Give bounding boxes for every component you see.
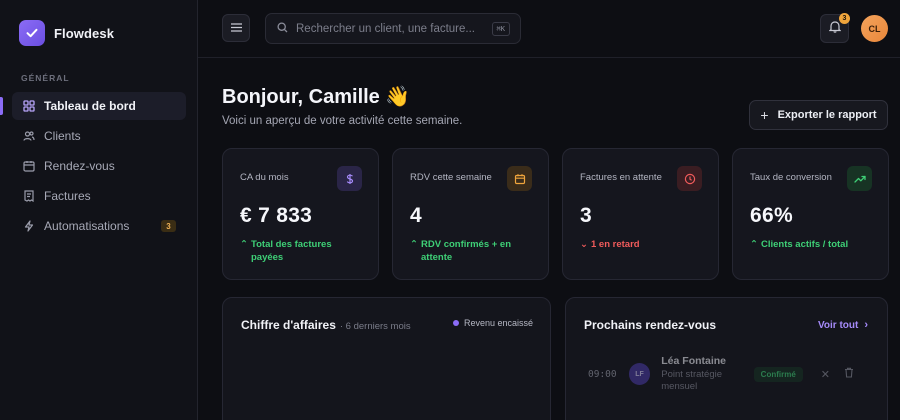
sidebar-item-clients[interactable]: Clients [12, 122, 186, 150]
sidebar-item-label: Tableau de bord [44, 99, 136, 113]
chart-legend: Revenu encaissé [452, 318, 533, 328]
revenue-panel-title: Chiffre d'affaires [241, 318, 336, 332]
kpi-trend: ⌃ RDV confirmés + en attente [410, 238, 535, 264]
sidebar-item-label: Rendez-vous [44, 159, 115, 173]
keyboard-shortcut: ⌘K [491, 22, 510, 36]
sidebar-item-appointments[interactable]: Rendez-vous [12, 152, 186, 180]
kpi-trend: ⌄ 1 en retard [580, 238, 705, 251]
revenue-panel: Chiffre d'affaires · 6 derniers mois Reve… [222, 297, 551, 420]
sidebar-item-invoices[interactable]: Factures [12, 182, 186, 210]
see-all-label: Voir tout [817, 319, 859, 331]
kpi-label: RDV cette semaine [410, 172, 492, 183]
notifications-button[interactable]: 3 [820, 13, 850, 43]
panel-title: Chiffre d'affaires · 6 derniers mois [241, 318, 411, 332]
kpi-card-appointments[interactable]: RDV cette semaine 4 ⌃ RDV confirmés + en… [392, 148, 549, 280]
sidebar: Flowdesk GÉNÉRAL Tableau de bord Clients… [0, 0, 198, 420]
calendar-icon [22, 160, 35, 173]
kpi-card-pending-invoices[interactable]: Factures en attente 3 ⌄ 1 en retard [562, 148, 719, 280]
menu-toggle-button[interactable] [222, 14, 250, 42]
kpi-trend-text: Total des factures payées [251, 239, 332, 263]
trash-icon[interactable] [844, 367, 854, 381]
invoice-icon [22, 190, 35, 203]
kpi-label: Taux de conversion [750, 172, 832, 183]
kpi-card-conversion[interactable]: Taux de conversion 66% ⌃ Clients actifs … [732, 148, 889, 280]
sidebar-item-automations[interactable]: Automatisations 3 [12, 212, 186, 240]
sidebar-nav: Tableau de bord Clients Rendez-vous Fact… [0, 92, 186, 242]
legend-dot [452, 320, 459, 326]
notification-count-badge: 3 [839, 13, 850, 24]
kpi-trend-text: Clients actifs / total [761, 239, 849, 250]
appointment-row[interactable]: 09:00 LF Léa Fontaine Point stratégie me… [588, 354, 868, 394]
search-placeholder: Rechercher un client, une facture... [296, 22, 475, 35]
kpi-card-revenue[interactable]: CA du mois € 7 833 ⌃ Total des factures … [222, 148, 379, 280]
close-icon[interactable]: ✕ [821, 368, 830, 381]
kpi-value: 66% [750, 204, 793, 227]
kpi-value: 4 [410, 204, 422, 227]
lightning-icon [22, 220, 35, 233]
kpi-value: 3 [580, 204, 592, 227]
dollar-icon [337, 166, 362, 191]
checkmark-logo-icon [19, 20, 45, 46]
appointment-time: 09:00 [588, 368, 617, 380]
appointment-client-name: Léa Fontaine [661, 355, 727, 367]
chevron-up-icon: ⌃ [750, 239, 758, 250]
plus-icon: + [760, 107, 769, 123]
see-all-link[interactable]: Voir tout › [818, 319, 868, 331]
kpi-trend-text: RDV confirmés + en attente [421, 239, 512, 263]
page-title: Bonjour, Camille 👋 [222, 86, 411, 108]
dashboard-icon [22, 100, 35, 113]
brand[interactable]: Flowdesk [19, 20, 114, 46]
app-name: Flowdesk [54, 25, 115, 41]
chevron-right-icon: › [864, 319, 868, 331]
legend-label: Revenu encaissé [463, 318, 533, 328]
export-button-label: Exporter le rapport [777, 109, 877, 121]
kpi-trend: ⌃ Total des factures payées [240, 238, 365, 264]
trend-up-icon [847, 166, 872, 191]
bell-icon [828, 20, 841, 38]
kpi-label: Factures en attente [580, 172, 662, 183]
kpi-label: CA du mois [240, 172, 289, 183]
sidebar-item-label: Factures [44, 189, 91, 203]
appointment-description: Point stratégie mensuel [661, 369, 722, 392]
page-subtitle: Voici un aperçu de votre activité cette … [222, 115, 463, 127]
appointments-panel: Prochains rendez-vous Voir tout › 09:00 … [565, 297, 888, 420]
kpi-trend: ⌃ Clients actifs / total [750, 238, 875, 251]
appointment-info: Léa Fontaine Point stratégie mensuel [661, 355, 753, 393]
users-icon [22, 130, 35, 143]
revenue-panel-subtitle: · 6 derniers mois [339, 321, 411, 332]
user-avatar[interactable]: CL [861, 15, 888, 42]
calendar-icon [507, 166, 532, 191]
chevron-down-icon: ⌄ [580, 239, 588, 250]
search-icon [277, 20, 288, 38]
chevron-up-icon: ⌃ [240, 239, 248, 250]
kpi-trend-text: 1 en retard [591, 239, 640, 250]
kpi-value: € 7 833 [240, 204, 313, 227]
sidebar-item-label: Automatisations [44, 219, 130, 233]
sidebar-item-label: Clients [44, 129, 81, 143]
section-label: GÉNÉRAL [21, 73, 70, 83]
avatar: LF [628, 363, 651, 385]
appointments-panel-title: Prochains rendez-vous [584, 318, 717, 332]
chevron-up-icon: ⌃ [410, 239, 418, 250]
topbar: Rechercher un client, une facture... ⌘K … [198, 0, 900, 58]
sidebar-item-dashboard[interactable]: Tableau de bord [0, 92, 186, 120]
count-badge: 3 [161, 220, 176, 232]
hamburger-icon [230, 19, 242, 37]
status-badge: Confirmé [753, 366, 803, 382]
clock-icon [677, 166, 702, 191]
export-report-button[interactable]: + Exporter le rapport [749, 100, 888, 130]
search-input[interactable]: Rechercher un client, une facture... ⌘K [265, 13, 521, 44]
